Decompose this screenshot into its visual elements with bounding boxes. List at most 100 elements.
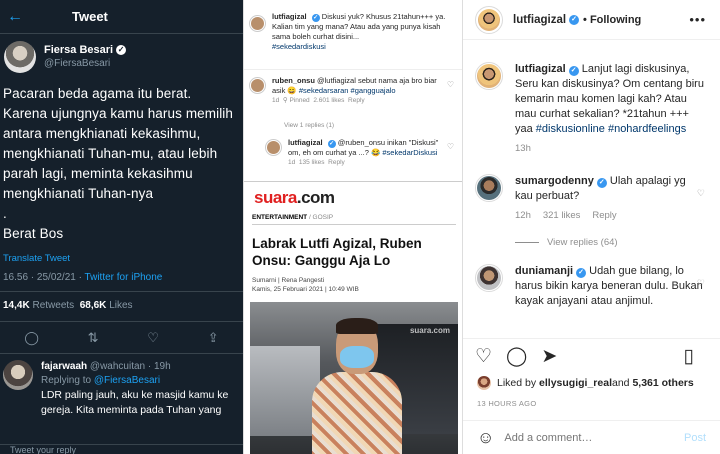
photo-watermark: suara.com (409, 326, 450, 335)
comment-hashtag: #sekedarsaran #gangguajalo (298, 86, 396, 95)
comment-likes: 135 likes (298, 159, 325, 166)
comment-user: lutfiagizal (272, 12, 307, 21)
tweet-author[interactable]: Fiersa Besari ✓ @FiersaBesari (0, 34, 243, 76)
heart-icon[interactable]: ♡ (697, 278, 705, 289)
news-category-label: ENTERTAINMENT (252, 214, 308, 221)
news-author: Sumarni | Rena Pangesti (252, 277, 325, 284)
verified-badge-icon: ✓ (327, 140, 336, 148)
person-shirt (312, 372, 402, 454)
avatar (250, 16, 265, 31)
comment-user[interactable]: sumargodenny (515, 175, 594, 187)
comment-user[interactable]: duniamanji (515, 265, 573, 277)
verified-badge-icon: ✓ (569, 14, 580, 25)
avatar (250, 78, 265, 93)
news-logo-text: suara (254, 188, 297, 207)
avatar[interactable] (475, 62, 503, 90)
like-count[interactable]: 68,6K (80, 300, 107, 311)
comment-reply-button[interactable]: Reply (592, 210, 616, 221)
post-timestamp: 13 HOURS AGO (477, 399, 537, 408)
following-button[interactable]: • Following (583, 14, 641, 26)
reply-compose-input[interactable]: Tweet your reply (0, 444, 243, 454)
reply-author-name[interactable]: fajarwaah (41, 361, 87, 372)
avatar[interactable] (475, 264, 503, 292)
reply-text: LDR paling jauh, aku ke masjid kamu ke g… (41, 389, 229, 416)
author-handle: @FiersaBesari (44, 58, 111, 69)
tweet-meta: 16.56 · 25/02/21 · Twitter for iPhone (0, 264, 243, 292)
tweet-source-link[interactable]: Twitter for iPhone (85, 272, 163, 283)
reply-icon[interactable]: ◯ (24, 330, 39, 346)
news-headline: Labrak Lutfi Agizal, Ruben Onsu: Ganggu … (252, 236, 422, 268)
collage-comment: lutfiagizal ✓ @ruben_onsu inikan "Diskus… (244, 132, 462, 182)
news-date: Kamis, 25 Februari 2021 | 10:49 WIB (252, 286, 359, 293)
person-mask (340, 346, 374, 368)
comment-icon[interactable]: ◯ (506, 345, 527, 368)
news-logo-suffix: .com (296, 188, 335, 207)
reply-tweet[interactable]: fajarwaah @wahcuitan · 19h Replying to @… (0, 354, 243, 418)
bookmark-icon[interactable]: ▯ (684, 345, 694, 368)
replying-to-label: Replying to (41, 375, 94, 386)
avatar[interactable] (4, 41, 36, 73)
news-subcategory-label: / GOSIP (307, 214, 334, 221)
collage-comment: lutfiagizal ✓ Diskusi yuk? Khusus 21tahu… (244, 0, 462, 70)
pinned-icon: ⚲ (282, 97, 288, 104)
tweet-actions: ◯ ⇅ ♡ ⇪ (0, 322, 243, 354)
more-dots-icon[interactable]: ••• (689, 12, 706, 27)
pinned-label: Pinned (289, 97, 310, 104)
avatar[interactable] (475, 174, 503, 202)
comment-hashtags[interactable]: #diskusionline #nohardfeelings (536, 123, 686, 135)
news-byline: Sumarni | Rena Pangesti Kamis, 25 Februa… (244, 269, 462, 294)
liked-by-user[interactable]: ellysugigi_real (539, 377, 612, 389)
avatar[interactable] (3, 360, 33, 390)
share-icon[interactable]: ⇪ (208, 330, 219, 346)
person-hair (336, 318, 378, 334)
view-replies-button[interactable]: View replies (64) (515, 237, 618, 248)
add-comment-bar: ☺ Post (463, 420, 720, 454)
comment-reply: Reply (348, 97, 365, 104)
like-icon[interactable]: ♡ (147, 330, 159, 346)
heart-icon[interactable]: ♡ (697, 188, 705, 199)
comment-body: lutfiagizal ✓ Lanjut lagi diskusinya, Ser… (515, 62, 705, 137)
comment-meta: 13h (515, 143, 715, 154)
verified-badge-icon: ✓ (116, 45, 127, 55)
news-logo: suara.com (244, 182, 462, 208)
verified-badge-icon: ✓ (576, 268, 587, 278)
retweet-label[interactable]: Retweets (32, 300, 74, 311)
header-username[interactable]: lutfiagizal (513, 14, 566, 26)
avatar[interactable] (477, 376, 491, 390)
view-replies-label[interactable]: View replies (64) (547, 237, 618, 248)
author-name[interactable]: Fiersa Besari (44, 43, 113, 57)
heart-icon: ♡ (446, 142, 454, 151)
comment-hashtag: #sekedarDiskusi (382, 148, 438, 157)
header-user: lutfiagizal ✓ • Following (513, 14, 641, 26)
retweet-count[interactable]: 14,4K (3, 300, 30, 311)
comment-item: sumargodenny ✓ Ulah apalagi yg kau perbua… (475, 174, 715, 221)
comment-item: lutfiagizal ✓ Lanjut lagi diskusinya, Ser… (475, 62, 715, 154)
comment-user[interactable]: lutfiagizal (515, 63, 566, 75)
add-comment-input[interactable] (504, 431, 675, 444)
verified-badge-icon: ✓ (596, 178, 607, 188)
news-category: ENTERTAINMENT / GOSIP (252, 214, 456, 225)
replying-to-link[interactable]: @FiersaBesari (94, 375, 160, 386)
translate-tweet-link[interactable]: Translate Tweet (0, 244, 243, 264)
emoji-icon[interactable]: ☺ (477, 428, 494, 448)
comments-list: lutfiagizal ✓ Lanjut lagi diskusinya, Ser… (463, 40, 720, 338)
collage-panel: lutfiagizal ✓ Diskusi yuk? Khusus 21tahu… (243, 0, 463, 454)
view-replies-label: View 1 replies (1) (284, 122, 335, 129)
post-action-bar: ♡ ◯ ➤ ▯ (463, 338, 720, 374)
heart-icon[interactable]: ♡ (475, 345, 492, 368)
comment-body: sumargodenny ✓ Ulah apalagi yg kau perbua… (515, 174, 705, 204)
person-figure (312, 318, 402, 454)
verified-badge-icon: ✓ (311, 14, 320, 22)
verified-badge-icon: ✓ (568, 66, 579, 76)
likes-count[interactable]: 5,361 others (632, 377, 693, 389)
avatar[interactable] (475, 5, 503, 34)
retweet-icon[interactable]: ⇅ (88, 330, 99, 346)
comment-time: 12h (515, 210, 531, 221)
post-header: lutfiagizal ✓ • Following ••• (463, 0, 720, 40)
arrow-left-icon[interactable]: ← (0, 8, 30, 26)
comment-likes[interactable]: 321 likes (543, 210, 581, 221)
post-button[interactable]: Post (684, 432, 706, 444)
tweet-topbar: ← Tweet (0, 0, 243, 34)
share-icon[interactable]: ➤ (541, 345, 557, 368)
like-label[interactable]: Likes (109, 300, 132, 311)
